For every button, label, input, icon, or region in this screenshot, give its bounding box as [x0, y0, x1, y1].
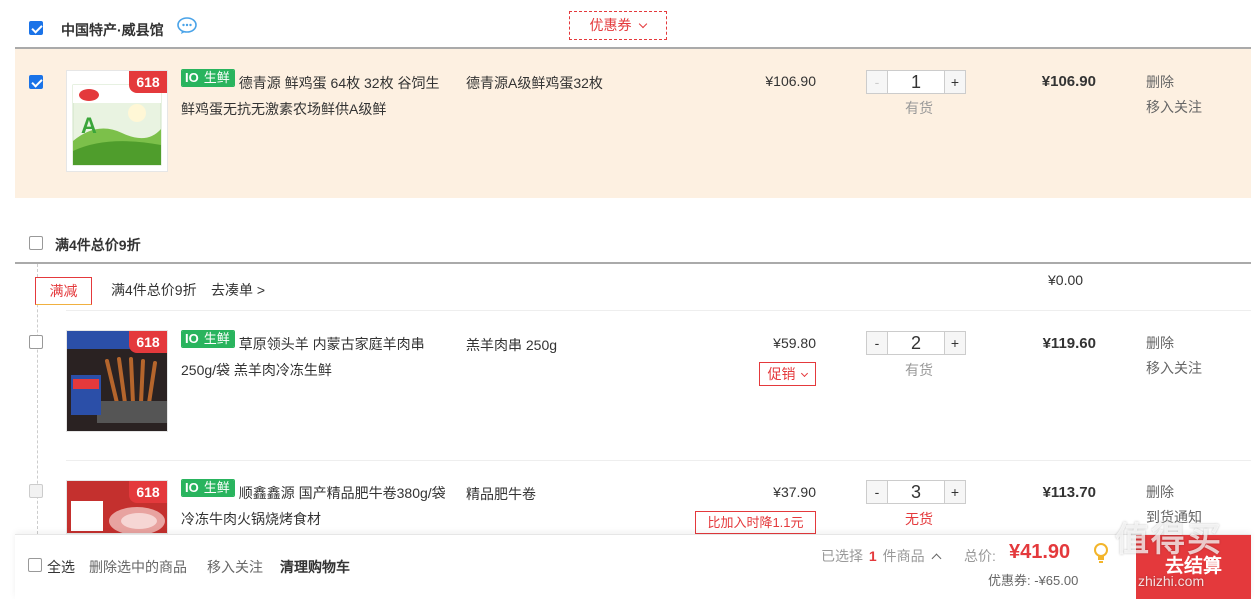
unit-price: ¥37.90	[773, 484, 816, 500]
svg-text:A: A	[81, 113, 97, 138]
move-to-follow-link[interactable]: 移入关注	[1146, 356, 1202, 381]
product-title[interactable]: IO 生鲜 草原领头羊 内蒙古家庭羊肉串250g/袋 羔羊肉冷冻生鲜	[181, 330, 451, 383]
divider	[66, 310, 1251, 311]
delete-link[interactable]: 删除	[1146, 480, 1174, 505]
watermark-logo: 值得买	[1115, 521, 1223, 559]
promo-618-badge: 618	[129, 331, 167, 353]
fresh-logo-icon: IO	[182, 480, 202, 496]
product-title[interactable]: IO 生鲜 德青源 鲜鸡蛋 64枚 32枚 谷饲生鲜鸡蛋无抗无激素农场鲜供A级鲜	[181, 69, 451, 122]
increase-button[interactable]: +	[945, 332, 965, 354]
group-title: 满4件总价9折	[55, 237, 141, 253]
coupon-label: 优惠券	[589, 17, 632, 33]
stock-status: 无货	[905, 511, 933, 527]
chat-icon[interactable]	[177, 17, 197, 35]
promo-discount: ¥0.00	[1048, 272, 1084, 288]
unit-price: ¥59.80	[773, 335, 816, 351]
increase-button[interactable]: +	[945, 481, 965, 503]
coupon-summary: 优惠券: -¥65.00	[988, 573, 1079, 588]
selected-count-summary[interactable]: 已选择 1 件商品	[821, 546, 942, 566]
selected-count: 1	[868, 548, 877, 564]
product-spec: 羔羊肉串 250g	[466, 337, 558, 353]
select-all-checkbox[interactable]	[28, 558, 44, 574]
quantity-stepper: - 2 +	[866, 331, 966, 355]
increase-button[interactable]: +	[945, 71, 965, 93]
fresh-tag: IO 生鲜	[181, 69, 235, 87]
delete-link[interactable]: 删除	[1146, 331, 1174, 356]
clear-cart-link[interactable]: 清理购物车	[280, 557, 350, 577]
product-spec: 德青源A级鲜鸡蛋32枚	[466, 75, 603, 91]
decrease-button[interactable]: -	[867, 481, 887, 503]
item-subtotal: ¥119.60	[1042, 335, 1096, 352]
item-subtotal: ¥106.90	[1041, 73, 1096, 90]
decrease-button[interactable]: -	[867, 332, 887, 354]
shop-name[interactable]: 中国特产·威县馆	[61, 20, 164, 40]
quantity-input[interactable]: 1	[887, 71, 945, 93]
select-all-label[interactable]: 全选	[47, 557, 75, 577]
lightbulb-icon[interactable]	[1093, 542, 1109, 564]
product-thumbnail[interactable]: 618	[66, 480, 168, 534]
fresh-tag: IO 生鲜	[181, 330, 235, 348]
group-checkbox[interactable]	[29, 236, 45, 252]
shop-checkbox[interactable]	[29, 21, 45, 37]
quantity-input[interactable]: 2	[887, 332, 945, 354]
quantity-stepper: - 3 +	[866, 480, 966, 504]
item-checkbox[interactable]	[29, 335, 45, 351]
item-checkbox[interactable]	[29, 75, 45, 91]
quantity-input[interactable]: 3	[887, 481, 945, 503]
chevron-up-icon	[932, 553, 942, 564]
product-title[interactable]: IO 生鲜 顺鑫鑫源 国产精品肥牛卷380g/袋 冷冻牛肉火锅烧烤食材	[181, 479, 451, 532]
product-thumbnail[interactable]: 618	[66, 330, 168, 432]
promo-select-button[interactable]: 促销	[759, 362, 816, 386]
watermark-url: zhizhi.com	[1138, 573, 1205, 589]
item-subtotal: ¥113.70	[1042, 484, 1096, 501]
fresh-tag: IO 生鲜	[181, 479, 235, 497]
product-thumbnail[interactable]: A 618	[66, 70, 168, 172]
coupon-button[interactable]: 优惠券	[569, 11, 667, 40]
item-checkbox-disabled	[29, 484, 45, 500]
divider	[15, 262, 1251, 264]
stock-status: 有货	[905, 100, 933, 116]
total-label: 总价:	[964, 548, 996, 564]
add-more-link[interactable]: 去凑单 >	[211, 280, 265, 300]
promo-618-badge: 618	[129, 71, 167, 93]
move-to-follow-link[interactable]: 移入关注	[1146, 95, 1202, 120]
move-to-follow-link[interactable]: 移入关注	[207, 557, 263, 577]
quantity-stepper: - 1 +	[866, 70, 966, 94]
unit-price: ¥106.90	[765, 73, 816, 89]
decrease-button[interactable]: -	[867, 71, 887, 93]
stock-status: 有货	[905, 362, 933, 378]
fresh-logo-icon: IO	[182, 70, 202, 86]
delete-selected-link[interactable]: 删除选中的商品	[89, 557, 187, 577]
chevron-down-icon	[801, 369, 809, 378]
chevron-down-icon	[639, 19, 648, 29]
divider	[66, 460, 1251, 461]
total-value: ¥41.90	[1009, 541, 1071, 563]
price-drop-note: 比加入时降1.1元	[695, 511, 816, 534]
promo-618-badge: 618	[129, 481, 167, 503]
promo-tag: 满减	[35, 277, 92, 305]
product-spec: 精品肥牛卷	[466, 486, 536, 502]
fresh-logo-icon: IO	[182, 331, 202, 347]
delete-link[interactable]: 删除	[1146, 70, 1174, 95]
promo-desc: 满4件总价9折	[111, 282, 197, 298]
